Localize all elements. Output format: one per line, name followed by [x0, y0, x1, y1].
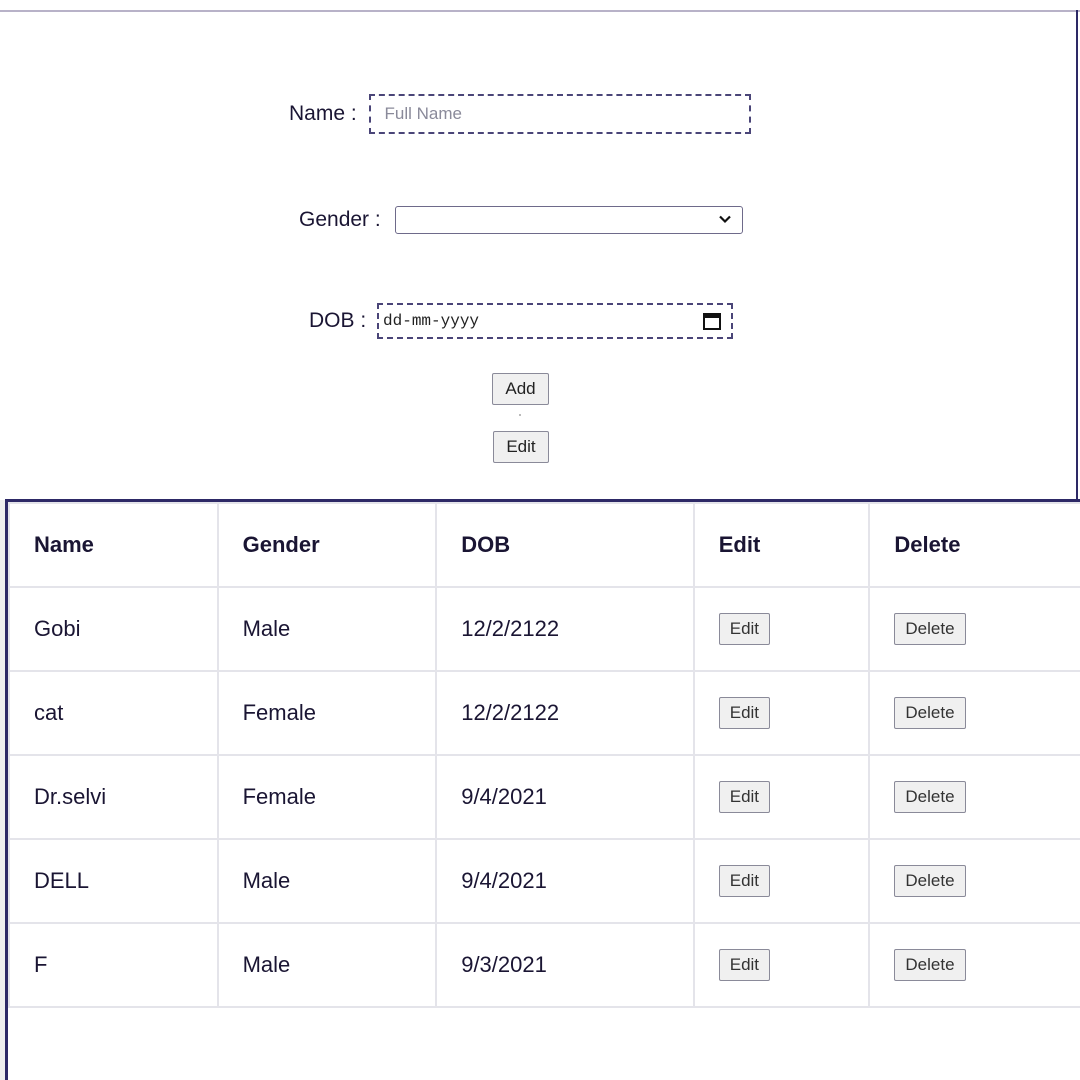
gender-label: Gender : [299, 208, 387, 231]
form-panel-right-border [1076, 10, 1078, 500]
cell-name: F [8, 922, 219, 1008]
header-gender: Gender [216, 502, 438, 588]
table-row: DELL Male 9/4/2021 Edit Delete [8, 838, 1080, 924]
dob-input[interactable]: dd-mm-yyyy [377, 303, 734, 339]
row-delete-button[interactable]: Delete [894, 613, 966, 645]
cell-edit: Edit [692, 670, 871, 756]
row-delete-button[interactable]: Delete [894, 697, 966, 729]
header-name: Name [8, 502, 219, 588]
name-input[interactable] [368, 94, 751, 134]
header-dob: DOB [435, 502, 695, 588]
cell-name: cat [8, 670, 219, 756]
cell-delete: Delete [868, 670, 1080, 756]
cell-edit: Edit [692, 586, 871, 672]
cell-dob: 12/2/2122 [435, 670, 695, 756]
cell-delete: Delete [868, 838, 1080, 924]
cell-name: Dr.selvi [8, 754, 219, 840]
cell-delete: Delete [868, 922, 1080, 1008]
cell-edit: Edit [692, 754, 871, 840]
cell-dob: 9/4/2021 [435, 754, 695, 840]
top-divider [0, 10, 1080, 12]
cell-gender: Male [216, 586, 438, 672]
calendar-icon[interactable] [702, 311, 722, 331]
edit-button[interactable]: Edit [493, 431, 549, 463]
row-delete-button[interactable]: Delete [894, 949, 966, 981]
table-row: Gobi Male 12/2/2122 Edit Delete [8, 586, 1080, 672]
cell-gender: Male [216, 838, 438, 924]
cell-dob: 9/4/2021 [435, 838, 695, 924]
chevron-down-icon [718, 215, 731, 224]
cell-gender: Female [216, 670, 438, 756]
row-edit-button[interactable]: Edit [718, 865, 771, 897]
row-delete-button[interactable]: Delete [894, 865, 966, 897]
cell-name: DELL [8, 838, 219, 924]
gender-select[interactable] [394, 206, 743, 234]
table-row: F Male 9/3/2021 Edit Delete [8, 922, 1080, 1008]
cell-gender: Male [216, 922, 438, 1008]
row-edit-button[interactable]: Edit [718, 949, 771, 981]
page: Name : Gender : DOB : dd-mm-yyyy Add Edi… [0, 0, 1080, 1080]
row-edit-button[interactable]: Edit [718, 697, 771, 729]
row-delete-button[interactable]: Delete [894, 781, 966, 813]
table-row: cat Female 12/2/2122 Edit Delete [8, 670, 1080, 756]
table-row: Dr.selvi Female 9/4/2021 Edit Delete [8, 754, 1080, 840]
cell-dob: 12/2/2122 [435, 586, 695, 672]
dob-label: DOB : [309, 309, 373, 332]
add-button[interactable]: Add [492, 373, 549, 405]
cell-name: Gobi [8, 586, 219, 672]
cell-delete: Delete [868, 754, 1080, 840]
gender-row: Gender : [299, 206, 743, 234]
name-row: Name : [289, 94, 751, 134]
table-header-row: Name Gender DOB Edit Delete [8, 502, 1080, 588]
name-label: Name : [289, 102, 363, 125]
cell-edit: Edit [692, 922, 871, 1008]
cell-dob: 9/3/2021 [435, 922, 695, 1008]
cell-edit: Edit [692, 838, 871, 924]
records-table: Name Gender DOB Edit Delete Gobi Male 12… [8, 502, 1080, 1008]
records-table-panel: Name Gender DOB Edit Delete Gobi Male 12… [5, 499, 1080, 1080]
header-edit: Edit [692, 502, 871, 588]
dob-row: DOB : dd-mm-yyyy [309, 303, 734, 339]
row-edit-button[interactable]: Edit [718, 781, 771, 813]
row-edit-button[interactable]: Edit [718, 613, 771, 645]
dob-placeholder: dd-mm-yyyy [383, 312, 480, 330]
header-delete: Delete [868, 502, 1080, 588]
cell-delete: Delete [868, 586, 1080, 672]
separator-dot [519, 414, 521, 416]
cell-gender: Female [216, 754, 438, 840]
